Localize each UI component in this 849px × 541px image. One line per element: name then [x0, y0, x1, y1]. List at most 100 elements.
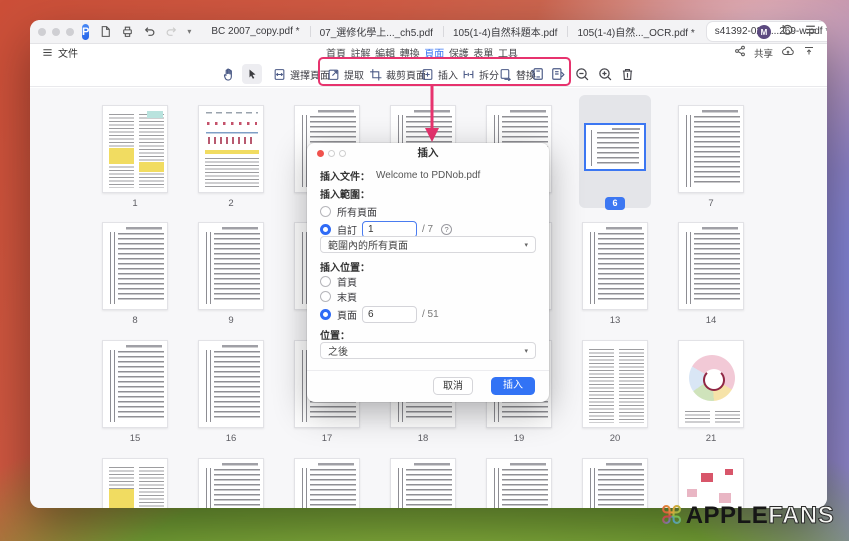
zoom-in-icon[interactable] — [598, 61, 613, 87]
select-pages-button[interactable]: 選擇頁面 — [273, 61, 330, 87]
new-document-icon[interactable] — [99, 25, 112, 38]
avatar[interactable]: M — [757, 25, 771, 39]
delete-page-icon[interactable] — [620, 61, 635, 87]
page-thumbnail[interactable]: 14 — [663, 222, 759, 326]
ribbon-tab-item[interactable]: 編輯 — [375, 45, 395, 60]
page-preview[interactable] — [678, 222, 744, 310]
zoom-out-icon[interactable] — [575, 61, 590, 87]
collapse-toolbar-icon[interactable] — [803, 44, 815, 62]
page-preview[interactable] — [198, 222, 264, 310]
page-preview[interactable] — [486, 458, 552, 508]
page-preview[interactable] — [582, 340, 648, 428]
print-icon[interactable] — [121, 25, 134, 38]
ribbon-tab-item[interactable]: 保護 — [449, 45, 469, 60]
page-thumbnail[interactable]: 22 — [87, 458, 183, 508]
page-preview[interactable] — [582, 222, 648, 310]
document-tab[interactable]: BC 2007_copy.pdf * — [201, 20, 309, 43]
custom-range-input[interactable] — [362, 221, 417, 238]
close-window-button[interactable] — [38, 28, 46, 36]
page-preview[interactable] — [678, 340, 744, 428]
document-tab[interactable]: 105(1-4)自然..._OCR.pdf * — [567, 20, 704, 43]
page-number-label: 9 — [183, 315, 279, 326]
minimize-window-button[interactable] — [52, 28, 60, 36]
ribbon-tab-item[interactable]: 轉換 — [400, 45, 420, 60]
hand-tool-button[interactable] — [222, 61, 236, 87]
page-preview[interactable] — [198, 105, 264, 193]
page-preview[interactable] — [198, 340, 264, 428]
first-page-radio[interactable] — [320, 276, 331, 287]
document-tab[interactable]: 07_選修化學上..._ch5.pdf — [310, 20, 443, 43]
file-menu-button[interactable]: 文件 — [42, 45, 78, 60]
page-thumbnail[interactable]: 2 — [183, 105, 279, 209]
zoom-window-button[interactable] — [66, 28, 74, 36]
page-number-radio[interactable] — [320, 309, 331, 320]
page-thumbnail[interactable]: 21 — [663, 340, 759, 444]
page-thumbnail[interactable]: 1 — [87, 105, 183, 209]
ribbon-tab-item[interactable]: 工具 — [498, 45, 518, 60]
page-thumbnail[interactable]: 26 — [471, 458, 567, 508]
dialog-divider — [307, 370, 549, 371]
page-thumbnail[interactable]: 16 — [183, 340, 279, 444]
page-preview[interactable] — [102, 340, 168, 428]
insert-icon — [421, 68, 434, 81]
insert-position-label: 插入位置： — [320, 259, 370, 274]
insert-file-label: 插入文件： — [320, 168, 370, 183]
ribbon-tab-active[interactable]: 頁面 — [424, 45, 444, 60]
location-value: 之後 — [328, 343, 348, 358]
page-thumbnail[interactable]: 9 — [183, 222, 279, 326]
document-tab[interactable]: 105(1-4)自然科題本.pdf — [443, 20, 567, 43]
page-number-total: / 51 — [422, 309, 439, 320]
page-thumbnail[interactable]: 25 — [375, 458, 471, 508]
page-thumbnail[interactable]: 27 — [567, 458, 663, 508]
page-preview[interactable] — [678, 105, 744, 193]
裁剪頁面-button[interactable]: 裁剪頁面 — [369, 61, 426, 87]
first-page-label: 首頁 — [337, 274, 357, 289]
dialog-title: 插入 — [307, 143, 549, 163]
page-thumbnail[interactable]: 23 — [183, 458, 279, 508]
range-mode-value: 範圍內的所有頁面 — [328, 237, 408, 252]
page-thumbnail[interactable]: 13 — [567, 222, 663, 326]
chevron-down-icon[interactable]: ▾ — [187, 27, 191, 36]
first-page-option[interactable]: 首頁 — [320, 274, 536, 289]
page-preview[interactable] — [102, 222, 168, 310]
cursor-tool-button[interactable] — [242, 64, 262, 84]
page-preview[interactable] — [390, 458, 456, 508]
page-thumbnail[interactable]: 15 — [87, 340, 183, 444]
page-preview[interactable] — [102, 458, 168, 508]
page-number-label: 頁面 — [337, 307, 357, 322]
page-thumbnail[interactable]: 20 — [567, 340, 663, 444]
watermark-brand-bold: APPLE — [686, 502, 769, 530]
bates-number-button[interactable] — [551, 61, 565, 87]
page-preview[interactable] — [294, 458, 360, 508]
help-icon[interactable]: ? — [441, 224, 452, 235]
cloud-upload-icon[interactable] — [781, 44, 795, 62]
page-preview[interactable] — [102, 105, 168, 193]
page-thumbnail[interactable]: 7 — [663, 105, 759, 209]
undo-icon[interactable] — [143, 25, 156, 38]
page-thumbnail[interactable]: 24 — [279, 458, 375, 508]
ribbon-tab-item[interactable]: 表單 — [473, 45, 493, 60]
command-icon: ⌘ — [660, 501, 684, 531]
page-preview[interactable] — [584, 123, 646, 171]
location-select[interactable]: 之後 ▾ — [320, 342, 536, 359]
share-label[interactable]: 共享 — [754, 46, 773, 60]
custom-range-radio[interactable] — [320, 224, 331, 235]
custom-range-label: 自訂 — [337, 222, 357, 237]
page-thumbnail-selected[interactable]: 6 — [579, 95, 651, 208]
提取-button[interactable]: 提取 — [327, 61, 364, 87]
share-icon[interactable] — [734, 44, 746, 62]
insert-dialog: 插入 插入文件： Welcome to PDNob.pdf 插入範圍： 所有頁面… — [307, 143, 549, 402]
insert-confirm-button[interactable]: 插入 — [491, 377, 535, 395]
range-mode-select[interactable]: 範圍內的所有頁面 ▾ — [320, 236, 536, 253]
page-number-input[interactable] — [362, 306, 417, 323]
page-thumbnail[interactable]: 8 — [87, 222, 183, 326]
拆分-button[interactable]: 拆分 — [462, 61, 499, 87]
cancel-button[interactable]: 取消 — [433, 377, 473, 395]
page-preview[interactable] — [198, 458, 264, 508]
menu-icon[interactable] — [804, 23, 817, 41]
sync-icon[interactable] — [781, 23, 794, 41]
header-footer-button[interactable] — [530, 61, 544, 87]
page-preview[interactable] — [582, 458, 648, 508]
ribbon-tab-item[interactable]: 首頁 — [326, 45, 346, 60]
ribbon-tab-item[interactable]: 註解 — [351, 45, 371, 60]
